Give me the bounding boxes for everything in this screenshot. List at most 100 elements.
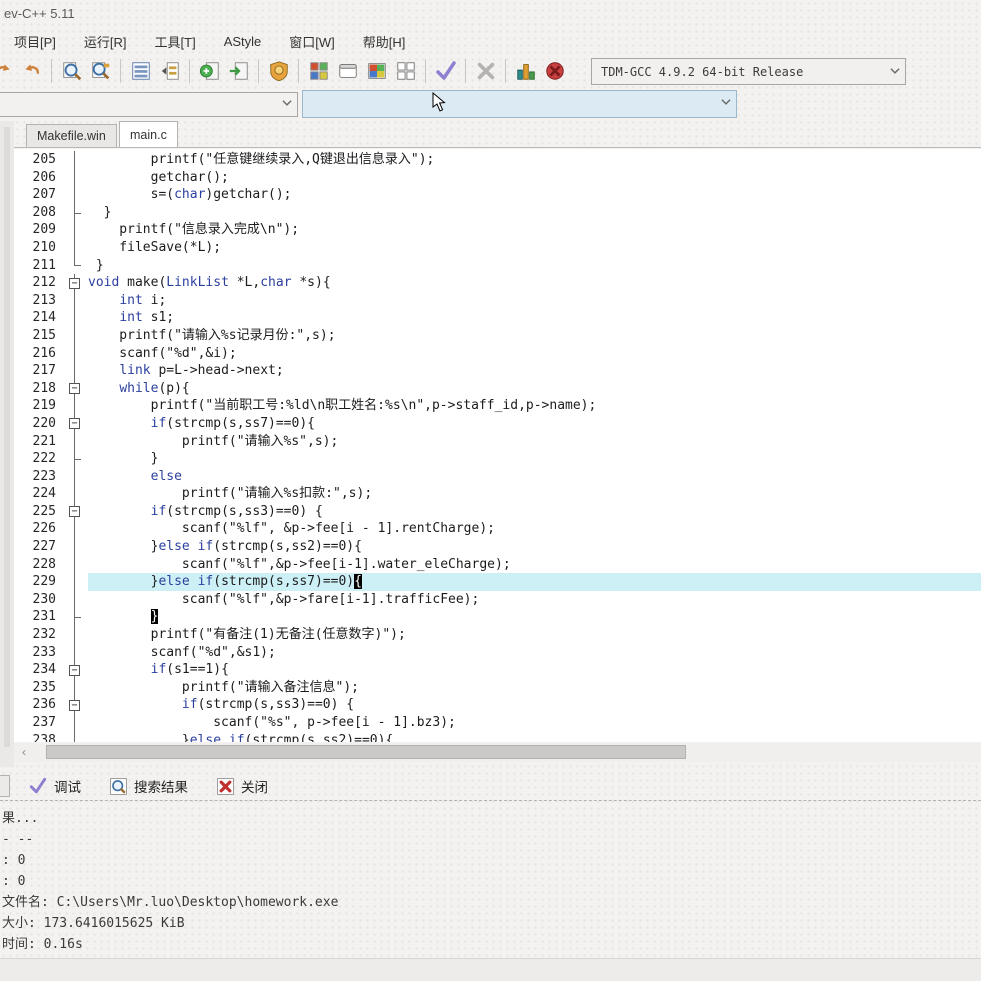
code-line-235[interactable]: 235 printf("请输入备注信息"); (14, 679, 981, 697)
code-line-207[interactable]: 207 s=(char)getchar(); (14, 186, 981, 204)
code-line-230[interactable]: 230 scanf("%lf",&p->fare[i-1].trafficFee… (14, 591, 981, 609)
code-text: scanf("%lf",&p->fee[i-1].water_eleCharge… (88, 556, 981, 574)
horizontal-scrollbar[interactable]: ‹ (14, 743, 981, 762)
goto-definition-icon[interactable] (224, 57, 253, 85)
tile-window-icon[interactable] (362, 57, 391, 85)
fold-guide (62, 221, 88, 239)
fold-guide (62, 573, 88, 591)
code-line-224[interactable]: 224 printf("请输入%s扣款:",s); (14, 485, 981, 503)
code-line-220[interactable]: 220− if(strcmp(s,ss7)==0){ (14, 415, 981, 433)
code-line-219[interactable]: 219 printf("当前职工号:%ld\n职工姓名:%s\n",p->sta… (14, 397, 981, 415)
find-icon[interactable] (57, 57, 86, 85)
editor-tab-makefile-win[interactable]: Makefile.win (26, 124, 117, 147)
project-manager-icon[interactable] (126, 57, 155, 85)
chevron-down-icon[interactable] (888, 63, 902, 80)
fold-guide (62, 520, 88, 538)
code-line-223[interactable]: 223 else (14, 468, 981, 486)
clipped-tab-fragment[interactable] (0, 775, 10, 797)
restore-window-icon[interactable] (333, 57, 362, 85)
code-line-229[interactable]: 229 }else if(strcmp(s,ss7)==0){ (14, 573, 981, 591)
fold-collapse-icon[interactable]: − (62, 415, 88, 433)
code-text: printf("请输入%s",s); (88, 433, 981, 451)
fold-collapse-icon[interactable]: − (62, 661, 88, 679)
code-line-227[interactable]: 227 }else if(strcmp(s,ss2)==0){ (14, 538, 981, 556)
code-line-233[interactable]: 233 scanf("%d",&s1); (14, 644, 981, 662)
chevron-down-icon[interactable] (280, 95, 294, 114)
line-number: 220 (14, 415, 62, 433)
fold-guide (62, 591, 88, 609)
code-line-231[interactable]: 231 } (14, 608, 981, 626)
fold-guide (62, 204, 88, 222)
syntax-check-icon[interactable] (431, 57, 460, 85)
code-line-217[interactable]: 217 link p=L->head->next; (14, 362, 981, 380)
fold-collapse-icon[interactable]: − (62, 380, 88, 398)
code-snippets-icon[interactable] (155, 57, 184, 85)
menu-item-4[interactable]: 窗口[W] (279, 29, 345, 54)
bottom-tab-0[interactable]: 调试 (18, 774, 91, 798)
abort-icon[interactable] (471, 57, 500, 85)
line-number: 212 (14, 274, 62, 292)
code-line-208[interactable]: 208 } (14, 204, 981, 222)
line-number: 232 (14, 626, 62, 644)
line-number: 227 (14, 538, 62, 556)
menu-item-3[interactable]: AStyle (214, 31, 272, 52)
member-combo[interactable] (302, 90, 737, 118)
class-combo[interactable] (0, 92, 298, 117)
line-number: 238 (14, 732, 62, 742)
profiling-delete-icon[interactable] (540, 57, 569, 85)
code-line-218[interactable]: 218− while(p){ (14, 380, 981, 398)
code-line-205[interactable]: 205 printf("任意键继续录入,Q键退出信息录入"); (14, 151, 981, 169)
code-text: scanf("%d",&s1); (88, 644, 981, 662)
code-line-216[interactable]: 216 scanf("%d",&i); (14, 345, 981, 363)
code-line-228[interactable]: 228 scanf("%lf",&p->fee[i-1].water_eleCh… (14, 556, 981, 574)
menu-item-1[interactable]: 运行[R] (74, 29, 137, 54)
new-window-icon[interactable] (304, 57, 333, 85)
code-line-214[interactable]: 214 int s1; (14, 309, 981, 327)
menu-item-0[interactable]: 项目[P] (4, 29, 66, 54)
code-line-226[interactable]: 226 scanf("%lf", &p->fee[i - 1].rentChar… (14, 520, 981, 538)
menu-item-5[interactable]: 帮助[H] (353, 29, 416, 54)
code-line-237[interactable]: 237 scanf("%s", p->fee[i - 1].bz3); (14, 714, 981, 732)
fold-collapse-icon[interactable]: − (62, 274, 88, 292)
goto-declaration-icon[interactable] (195, 57, 224, 85)
undo-icon[interactable] (0, 57, 17, 85)
redo-icon[interactable] (17, 57, 46, 85)
line-number: 234 (14, 661, 62, 679)
toolbar-separator (189, 59, 190, 83)
code-line-234[interactable]: 234− if(s1==1){ (14, 661, 981, 679)
cascade-window-icon[interactable] (391, 57, 420, 85)
compile-output: 果...- --: 0: 0文件名: C:\Users\Mr.luo\Deskt… (0, 802, 981, 958)
compiler-select[interactable]: TDM-GCC 4.9.2 64-bit Release (591, 58, 906, 85)
code-editor[interactable]: 205 printf("任意键继续录入,Q键退出信息录入");206 getch… (14, 149, 981, 742)
fold-collapse-icon[interactable]: − (62, 696, 88, 714)
bottom-tab-2[interactable]: 关闭 (206, 774, 278, 798)
line-number: 226 (14, 520, 62, 538)
debug-shield-icon[interactable] (264, 57, 293, 85)
window-title: ev-C++ 5.11 (4, 6, 75, 21)
chevron-down-icon[interactable] (719, 95, 733, 114)
code-line-221[interactable]: 221 printf("请输入%s",s); (14, 433, 981, 451)
line-number: 211 (14, 257, 62, 275)
fold-collapse-icon[interactable]: − (62, 503, 88, 521)
code-line-210[interactable]: 210 fileSave(*L); (14, 239, 981, 257)
code-line-238[interactable]: 238 }else if(strcmp(s,ss2)==0){ (14, 732, 981, 742)
bottom-panel-tabbar: 调试搜索结果关闭 (0, 772, 981, 801)
code-line-225[interactable]: 225− if(strcmp(s,ss3)==0) { (14, 503, 981, 521)
code-line-236[interactable]: 236− if(strcmp(s,ss3)==0) { (14, 696, 981, 714)
line-number: 223 (14, 468, 62, 486)
bottom-tab-1[interactable]: 搜索结果 (99, 774, 198, 798)
code-line-215[interactable]: 215 printf("请输入%s记录月份:",s); (14, 327, 981, 345)
profile-icon[interactable] (511, 57, 540, 85)
code-line-211[interactable]: 211 } (14, 257, 981, 275)
scrollbar-thumb[interactable] (46, 745, 686, 759)
code-line-209[interactable]: 209 printf("信息录入完成\n"); (14, 221, 981, 239)
editor-tab-main-c[interactable]: main.c (119, 121, 178, 147)
code-line-206[interactable]: 206 getchar(); (14, 169, 981, 187)
replace-icon[interactable] (86, 57, 115, 85)
code-line-212[interactable]: 212−void make(LinkList *L,char *s){ (14, 274, 981, 292)
code-line-222[interactable]: 222 } (14, 450, 981, 468)
scroll-left-arrow-icon[interactable]: ‹ (16, 744, 32, 760)
menu-item-2[interactable]: 工具[T] (145, 29, 206, 54)
code-line-232[interactable]: 232 printf("有备注(1)无备注(任意数字)"); (14, 626, 981, 644)
code-line-213[interactable]: 213 int i; (14, 292, 981, 310)
